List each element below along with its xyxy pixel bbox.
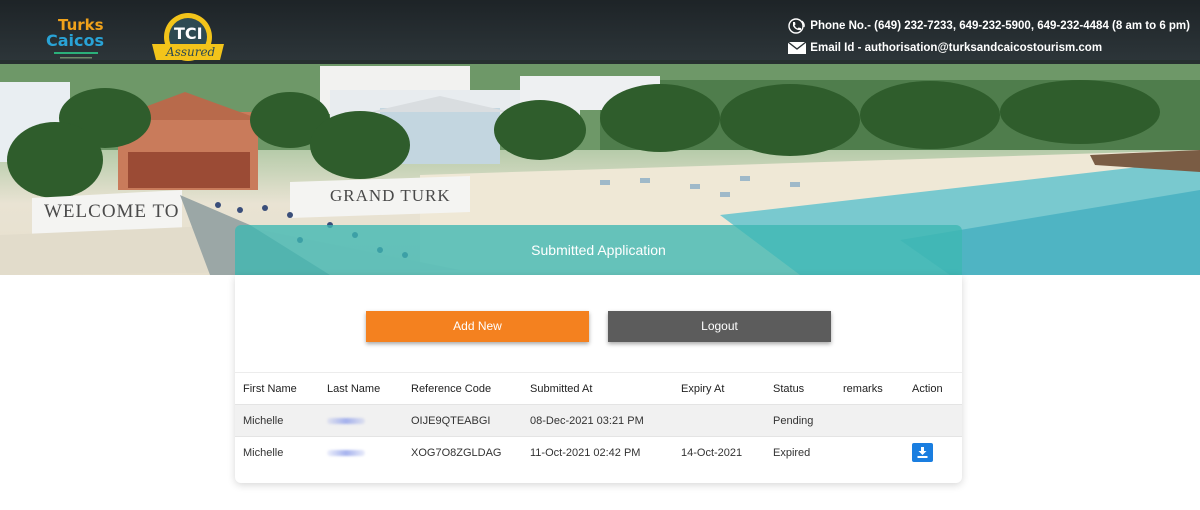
add-new-button[interactable]: Add New <box>366 311 589 342</box>
page-title: Submitted Application <box>235 225 962 275</box>
table-row[interactable]: Michelle OIJE9QTEABGI 08-Dec-2021 03:21 … <box>235 404 962 437</box>
logout-button[interactable]: Logout <box>608 311 831 342</box>
cell-remarks <box>835 404 904 437</box>
welcome-sign: WELCOME TO <box>44 201 179 222</box>
cell-expiry-at: 14-Oct-2021 <box>673 436 765 469</box>
phone-icon <box>788 18 806 34</box>
redacted-last-name <box>327 417 365 424</box>
col-expiry-at[interactable]: Expiry At <box>673 372 765 405</box>
col-reference-code[interactable]: Reference Code <box>403 372 522 405</box>
col-remarks[interactable]: remarks <box>835 372 904 405</box>
envelope-icon <box>787 41 807 54</box>
cell-first-name: Michelle <box>235 404 319 437</box>
cell-submitted-at: 11-Oct-2021 02:42 PM <box>522 436 673 469</box>
turks-caicos-logo[interactable]: Turks Caicos <box>44 14 108 62</box>
phone-text: Phone No.- (649) 232-7233, 649-232-5900,… <box>810 20 1190 32</box>
table-row[interactable]: Michelle XOG7O8ZGLDAG 11-Oct-2021 02:42 … <box>235 436 962 469</box>
cell-reference-code: XOG7O8ZGLDAG <box>403 436 522 469</box>
phone-row: Phone No.- (649) 232-7233, 649-232-5900,… <box>787 16 1190 36</box>
cell-last-name <box>319 436 403 469</box>
cell-first-name: Michelle <box>235 436 319 469</box>
tci-assured-logo[interactable]: TCI Assured <box>150 10 226 68</box>
applications-card: Add New Logout First Name Last Name Refe… <box>235 275 962 483</box>
logo-tci-line1: TCI <box>174 24 203 43</box>
cell-last-name <box>319 404 403 437</box>
cell-expiry-at <box>673 404 765 437</box>
col-first-name[interactable]: First Name <box>235 372 319 405</box>
download-icon <box>917 447 928 459</box>
table-header-row: First Name Last Name Reference Code Subm… <box>235 372 962 405</box>
col-action: Action <box>904 372 962 405</box>
download-button[interactable] <box>912 443 933 463</box>
logo-tci-line2: Assured <box>165 45 216 59</box>
cell-action <box>904 404 962 437</box>
col-last-name[interactable]: Last Name <box>319 372 403 405</box>
logo-tc-line2: Caicos <box>46 31 104 50</box>
cell-status: Expired <box>765 436 835 469</box>
redacted-last-name <box>327 449 365 456</box>
cell-status: Pending <box>765 404 835 437</box>
email-row: Email Id - authorisation@turksandcaicost… <box>787 38 1190 58</box>
cell-submitted-at: 08-Dec-2021 03:21 PM <box>522 404 673 437</box>
cell-reference-code: OIJE9QTEABGI <box>403 404 522 437</box>
contact-info: Phone No.- (649) 232-7233, 649-232-5900,… <box>787 16 1190 60</box>
email-text: Email Id - authorisation@turksandcaicost… <box>810 42 1103 54</box>
col-submitted-at[interactable]: Submitted At <box>522 372 673 405</box>
applications-table: First Name Last Name Reference Code Subm… <box>235 372 962 469</box>
grand-turk-sign: GRAND TURK <box>330 186 451 205</box>
cell-remarks <box>835 436 904 469</box>
col-status[interactable]: Status <box>765 372 835 405</box>
cell-action <box>904 436 962 469</box>
